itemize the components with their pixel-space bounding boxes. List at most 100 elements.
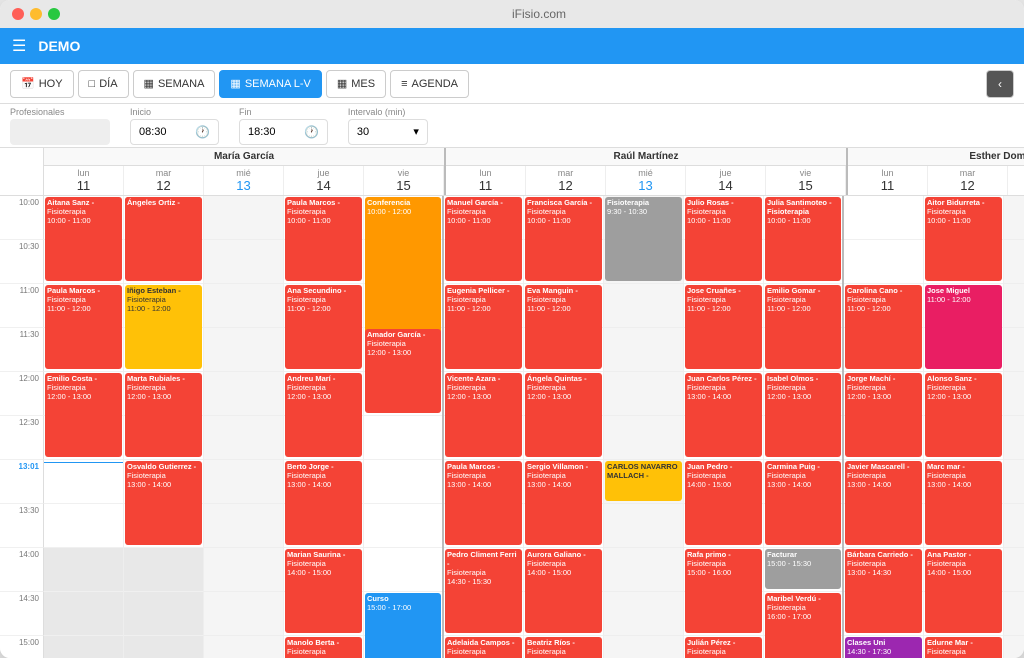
inicio-input[interactable] [139,126,189,138]
event-barbara[interactable]: Bárbara Carriedo -Fisioterapia13:00 - 14… [845,549,922,633]
day-header-mie-2: mié 13 [606,166,686,195]
event-juan-pedro[interactable]: Juan Pedro -Fisioterapia14:00 - 15:00 [685,461,762,545]
calendar-scroll-area[interactable]: María García lun 11 mar 12 mié 13 [0,148,1024,658]
fin-filter: Fin 🕐 [239,107,328,145]
col-raul-mie: Fisioterapia9:30 - 10:30 CARLOS NAVARRO … [604,196,684,658]
event-maribel[interactable]: Maribel Verdú -Fisioterapia16:00 - 17:00 [765,593,841,658]
event-carmina[interactable]: Carmina Puig -Fisioterapia13:00 - 14:00 [765,461,841,545]
event-ana-pastor[interactable]: Ana Pastor -Fisioterapia14:00 - 15:00 [925,549,1002,633]
event-osvaldo[interactable]: Osvaldo Gutierrez -Fisioterapia13:00 - 1… [125,461,202,545]
event-isabel[interactable]: Isabel Olmos -Fisioterapia12:00 - 13:00 [765,373,841,457]
time-column: 10:00 10:30 11:00 11:30 12:00 12:30 13:0… [0,196,44,658]
col-maria-jue: Paula Marcos -Fisioterapia10:00 - 11:00 … [284,196,364,658]
agenda-icon: ≡ [401,78,407,90]
event-angeles[interactable]: Ángeles Ortiz - [125,197,202,237]
semana-lv-button[interactable]: ▦ SEMANA L-V [219,70,321,98]
event-adelaida[interactable]: Adelaida Campos -Fisioterapia15:30 - 16:… [445,637,522,658]
fin-input[interactable] [248,126,298,138]
event-angela[interactable]: Ángela Quintas -Fisioterapia12:00 - 13:0… [525,373,602,457]
maximize-button[interactable] [48,8,60,20]
event-julio[interactable]: Julio Rosas -Fisioterapia10:00 - 11:00 [685,197,762,281]
event-manuel-g[interactable]: Manuel García -Fisioterapia10:00 - 11:00 [445,197,522,281]
event-pedro-c[interactable]: Pedro Climent Ferri -Fisioterapia14:30 -… [445,549,522,633]
event-aitana[interactable]: Aitana Sanz -Fisioterapia10:00 - 11:00 [45,197,122,281]
event-emilio-g[interactable]: Emilio Gomar -Fisioterapia11:00 - 12:00 [765,285,841,369]
col-raul-lun: Manuel García -Fisioterapia10:00 - 11:00… [444,196,524,658]
event-marc[interactable]: Marc mar -Fisioterapia13:00 - 14:00 [925,461,1002,545]
event-berto[interactable]: Berto Jorge -Fisioterapia13:00 - 14:00 [285,461,362,545]
minimize-button[interactable] [30,8,42,20]
calendar-icon: 📅 [21,77,35,90]
event-sergio[interactable]: Sergio Villamon -Fisioterapia13:00 - 14:… [525,461,602,545]
col-raul-jue: Julio Rosas -Fisioterapia10:00 - 11:00 J… [684,196,764,658]
event-fisiog-mie[interactable]: Fisioterapia9:30 - 10:30 [605,197,682,281]
clock-icon-2: 🕐 [304,125,319,139]
event-paula-m2[interactable]: Paula Marcos -Fisioterapia13:00 - 14:00 [445,461,522,545]
event-julian[interactable]: Julián Pérez -Fisioterapia16:00 - 17:00 [685,637,762,658]
hamburger-menu[interactable]: ☰ [12,36,26,56]
event-carolina[interactable]: Carolina Cano -Fisioterapia11:00 - 12:00 [845,285,922,369]
event-eva-m[interactable]: Eva Manguin -Fisioterapia11:00 - 12:00 [525,285,602,369]
event-paula-m[interactable]: Paula Marcos -Fisioterapia11:00 - 12:00 [45,285,122,369]
event-emilio-c[interactable]: Emilio Costa -Fisioterapia12:00 - 13:00 [45,373,122,457]
window-title: iFisio.com [66,7,1012,21]
event-juan-carlos[interactable]: Juan Carlos Pérez -Fisioterapia13:00 - 1… [685,373,762,457]
event-aurora[interactable]: Aurora Galiano -Fisioterapia14:00 - 15:0… [525,549,602,633]
dia-button[interactable]: □ DÍA [78,70,129,98]
event-manolo-b[interactable]: Manolo Berta -Fisioterapia15:00 - 16:00 [285,637,362,658]
event-vicente[interactable]: Vicente Azara -Fisioterapia12:00 - 13:00 [445,373,522,457]
dia-icon: □ [89,78,96,90]
prof-header-raul: Raúl Martínez [446,148,846,166]
event-curso[interactable]: Curso15:00 - 17:00 [365,593,441,658]
inicio-label: Inicio [130,107,219,117]
event-marian[interactable]: Marian Saurina -Fisioterapia14:00 - 15:0… [285,549,362,633]
agenda-button[interactable]: ≡ AGENDA [390,70,469,98]
nav-prev-button[interactable]: ‹ [986,70,1014,98]
event-jose-c[interactable]: Jose Cruañes -Fisioterapia11:00 - 12:00 [685,285,762,369]
prof-header-maria: María García [44,148,444,166]
app-name: DEMO [38,38,80,54]
event-beatriz[interactable]: Beatriz Ríos -Fisioterapia15:00 - 16:00 [525,637,602,658]
event-jose-miguel-e[interactable]: Jose Miguel11:00 - 12:00 [925,285,1002,369]
day-header-mar-3: mar 12 [928,166,1008,195]
day-header-lun-2: lun 11 [446,166,526,195]
col-esther-lun: Carolina Cano -Fisioterapia11:00 - 12:00… [844,196,924,658]
col-esther-mar: Aitor Bidurreta -Fisioterapia10:00 - 11:… [924,196,1004,658]
event-julia-s[interactable]: Julia Santimoteo - Fisioterapia10:00 - 1… [765,197,841,281]
semana-button[interactable]: ▦ SEMANA [133,70,216,98]
event-paula-marcos[interactable]: Paula Marcos -Fisioterapia10:00 - 11:00 [285,197,362,281]
event-facturar[interactable]: Facturar15:00 - 15:30 [765,549,841,589]
mes-button[interactable]: ▦ MES [326,70,386,98]
semana-lv-icon: ▦ [230,77,240,90]
app-window: iFisio.com ☰ DEMO 📅 HOY □ DÍA ▦ SEMANA ▦… [0,0,1024,658]
col-raul-vie: Julia Santimoteo - Fisioterapia10:00 - 1… [764,196,844,658]
event-carlos[interactable]: CARLOS NAVARRO MALLACH - [605,461,682,501]
day-header-jue-2: jue 14 [686,166,766,195]
event-aitor[interactable]: Aitor Bidurreta -Fisioterapia10:00 - 11:… [925,197,1002,281]
event-jorge-machi[interactable]: Jorge Machí -Fisioterapia12:00 - 13:00 [845,373,922,457]
day-header-jue-1: jue 14 [284,166,364,195]
event-javier-m[interactable]: Javier Mascarell -Fisioterapia13:00 - 14… [845,461,922,545]
toolbar: 📅 HOY □ DÍA ▦ SEMANA ▦ SEMANA L-V ▦ MES … [0,64,1024,104]
hoy-button[interactable]: 📅 HOY [10,70,74,98]
event-inigo[interactable]: Iñigo Esteban -Fisioterapia11:00 - 12:00 [125,285,202,369]
event-rafa[interactable]: Rafa primo -Fisioterapia15:00 - 16:00 [685,549,762,633]
professionals-label: Profesionales [10,107,110,117]
titlebar: iFisio.com [0,0,1024,28]
col-maria-mar: Almudena Feliz -Fisioterapia10:00 - 11:0… [124,196,204,658]
event-ana-s[interactable]: Ana Secundino -Fisioterapia11:00 - 12:00 [285,285,362,369]
event-alonso[interactable]: Alonso Sanz -Fisioterapia12:00 - 13:00 [925,373,1002,457]
event-eugenia[interactable]: Eugenia Pellicer -Fisioterapia11:00 - 12… [445,285,522,369]
col-maria-mie [204,196,284,658]
clock-icon: 🕐 [195,125,210,139]
event-edurne[interactable]: Edurne Mar -Fisioterapia15:00 - 16:00 [925,637,1002,658]
close-button[interactable] [12,8,24,20]
event-marta-r[interactable]: Marta Rubiales -Fisioterapia12:00 - 13:0… [125,373,202,457]
col-maria-lun: Aitana Sanz -Fisioterapia10:00 - 11:00 P… [44,196,124,658]
intervalo-filter: Intervalo (min) 30 ▾ [348,107,428,145]
event-clases-uni[interactable]: Clases Uni14:30 - 17:30 [845,637,922,658]
event-amador[interactable]: Amador García -Fisioterapia12:00 - 13:00 [365,329,441,413]
event-andreu[interactable]: Andreu Marí -Fisioterapia12:00 - 13:00 [285,373,362,457]
event-francisca[interactable]: Francisca García -Fisioterapia10:00 - 11… [525,197,602,281]
day-header-mar-2: mar 12 [526,166,606,195]
